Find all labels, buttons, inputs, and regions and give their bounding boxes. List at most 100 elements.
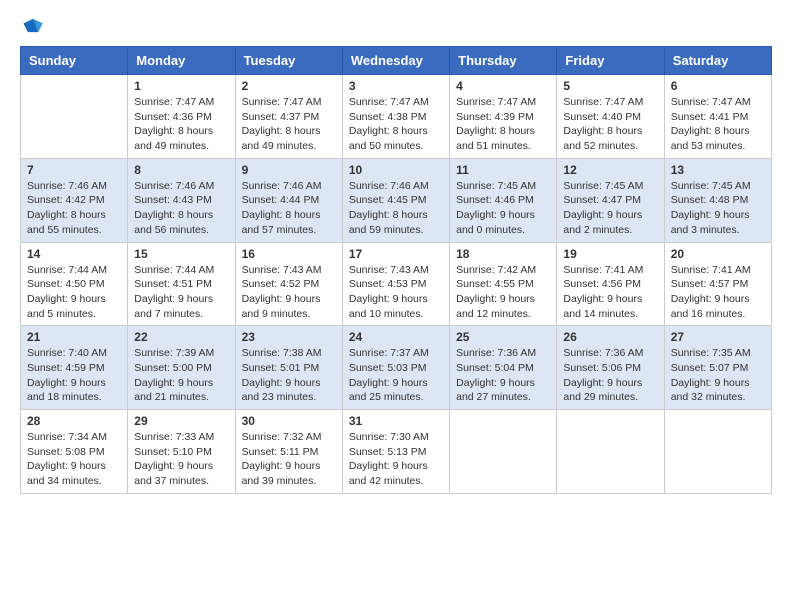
day-number: 24 xyxy=(349,330,443,344)
cell-content: Sunrise: 7:47 AM Sunset: 4:36 PM Dayligh… xyxy=(134,95,228,154)
logo-icon xyxy=(22,16,44,38)
cell-content: Sunrise: 7:47 AM Sunset: 4:40 PM Dayligh… xyxy=(563,95,657,154)
cell-content: Sunrise: 7:33 AM Sunset: 5:10 PM Dayligh… xyxy=(134,430,228,489)
calendar-cell: 25 Sunrise: 7:36 AM Sunset: 5:04 PM Dayli… xyxy=(450,326,557,410)
calendar-cell: 3 Sunrise: 7:47 AM Sunset: 4:38 PM Daylig… xyxy=(342,75,449,159)
day-number: 16 xyxy=(242,247,336,261)
calendar-cell: 7 Sunrise: 7:46 AM Sunset: 4:42 PM Daylig… xyxy=(21,158,128,242)
calendar-cell xyxy=(450,410,557,494)
calendar-cell: 31Sunrise: 7:30 AM Sunset: 5:13 PM Dayli… xyxy=(342,410,449,494)
calendar-cell xyxy=(664,410,771,494)
calendar-cell: 11 Sunrise: 7:45 AM Sunset: 4:46 PM Dayli… xyxy=(450,158,557,242)
cell-content: Sunrise: 7:36 AM Sunset: 5:06 PM Dayligh… xyxy=(563,346,657,405)
calendar-cell: 18Sunrise: 7:42 AM Sunset: 4:55 PM Dayli… xyxy=(450,242,557,326)
calendar-cell: 22 Sunrise: 7:39 AM Sunset: 5:00 PM Dayli… xyxy=(128,326,235,410)
cell-content: Sunrise: 7:46 AM Sunset: 4:43 PM Dayligh… xyxy=(134,179,228,238)
day-number: 13 xyxy=(671,163,765,177)
calendar-cell: 6 Sunrise: 7:47 AM Sunset: 4:41 PM Daylig… xyxy=(664,75,771,159)
day-header-thursday: Thursday xyxy=(450,47,557,75)
day-number: 1 xyxy=(134,79,228,93)
cell-content: Sunrise: 7:47 AM Sunset: 4:37 PM Dayligh… xyxy=(242,95,336,154)
day-number: 15 xyxy=(134,247,228,261)
calendar-cell xyxy=(21,75,128,159)
calendar-table: SundayMondayTuesdayWednesdayThursdayFrid… xyxy=(20,46,772,494)
day-number: 22 xyxy=(134,330,228,344)
day-header-sunday: Sunday xyxy=(21,47,128,75)
calendar-cell: 20 Sunrise: 7:41 AM Sunset: 4:57 PM Dayli… xyxy=(664,242,771,326)
calendar-cell: 19Sunrise: 7:41 AM Sunset: 4:56 PM Dayli… xyxy=(557,242,664,326)
cell-content: Sunrise: 7:30 AM Sunset: 5:13 PM Dayligh… xyxy=(349,430,443,489)
calendar-cell: 17 Sunrise: 7:43 AM Sunset: 4:53 PM Dayli… xyxy=(342,242,449,326)
day-number: 6 xyxy=(671,79,765,93)
cell-content: Sunrise: 7:46 AM Sunset: 4:44 PM Dayligh… xyxy=(242,179,336,238)
calendar-cell: 4Sunrise: 7:47 AM Sunset: 4:39 PM Daylig… xyxy=(450,75,557,159)
day-header-friday: Friday xyxy=(557,47,664,75)
day-number: 29 xyxy=(134,414,228,428)
cell-content: Sunrise: 7:43 AM Sunset: 4:52 PM Dayligh… xyxy=(242,263,336,322)
calendar-cell: 8 Sunrise: 7:46 AM Sunset: 4:43 PM Daylig… xyxy=(128,158,235,242)
day-number: 25 xyxy=(456,330,550,344)
day-number: 2 xyxy=(242,79,336,93)
header-row: SundayMondayTuesdayWednesdayThursdayFrid… xyxy=(21,47,772,75)
calendar-cell: 12 Sunrise: 7:45 AM Sunset: 4:47 PM Dayli… xyxy=(557,158,664,242)
day-number: 30 xyxy=(242,414,336,428)
header xyxy=(20,16,772,38)
day-number: 4 xyxy=(456,79,550,93)
cell-content: Sunrise: 7:41 AM Sunset: 4:57 PM Dayligh… xyxy=(671,263,765,322)
cell-content: Sunrise: 7:44 AM Sunset: 4:51 PM Dayligh… xyxy=(134,263,228,322)
day-header-monday: Monday xyxy=(128,47,235,75)
calendar-cell: 14 Sunrise: 7:44 AM Sunset: 4:50 PM Dayli… xyxy=(21,242,128,326)
calendar-cell: 9 Sunrise: 7:46 AM Sunset: 4:44 PM Daylig… xyxy=(235,158,342,242)
calendar-cell: 10Sunrise: 7:46 AM Sunset: 4:45 PM Dayli… xyxy=(342,158,449,242)
cell-content: Sunrise: 7:46 AM Sunset: 4:42 PM Dayligh… xyxy=(27,179,121,238)
day-number: 9 xyxy=(242,163,336,177)
week-row-3: 21Sunrise: 7:40 AM Sunset: 4:59 PM Dayli… xyxy=(21,326,772,410)
cell-content: Sunrise: 7:47 AM Sunset: 4:38 PM Dayligh… xyxy=(349,95,443,154)
calendar-cell: 23Sunrise: 7:38 AM Sunset: 5:01 PM Dayli… xyxy=(235,326,342,410)
day-header-saturday: Saturday xyxy=(664,47,771,75)
calendar-cell: 15 Sunrise: 7:44 AM Sunset: 4:51 PM Dayli… xyxy=(128,242,235,326)
day-number: 27 xyxy=(671,330,765,344)
day-number: 17 xyxy=(349,247,443,261)
day-number: 5 xyxy=(563,79,657,93)
day-number: 8 xyxy=(134,163,228,177)
cell-content: Sunrise: 7:45 AM Sunset: 4:46 PM Dayligh… xyxy=(456,179,550,238)
cell-content: Sunrise: 7:34 AM Sunset: 5:08 PM Dayligh… xyxy=(27,430,121,489)
calendar-cell: 1 Sunrise: 7:47 AM Sunset: 4:36 PM Daylig… xyxy=(128,75,235,159)
day-number: 7 xyxy=(27,163,121,177)
day-number: 11 xyxy=(456,163,550,177)
cell-content: Sunrise: 7:37 AM Sunset: 5:03 PM Dayligh… xyxy=(349,346,443,405)
cell-content: Sunrise: 7:38 AM Sunset: 5:01 PM Dayligh… xyxy=(242,346,336,405)
cell-content: Sunrise: 7:43 AM Sunset: 4:53 PM Dayligh… xyxy=(349,263,443,322)
calendar-cell xyxy=(557,410,664,494)
day-number: 14 xyxy=(27,247,121,261)
calendar-cell: 27 Sunrise: 7:35 AM Sunset: 5:07 PM Dayli… xyxy=(664,326,771,410)
cell-content: Sunrise: 7:35 AM Sunset: 5:07 PM Dayligh… xyxy=(671,346,765,405)
calendar-cell: 13Sunrise: 7:45 AM Sunset: 4:48 PM Dayli… xyxy=(664,158,771,242)
week-row-0: 1 Sunrise: 7:47 AM Sunset: 4:36 PM Daylig… xyxy=(21,75,772,159)
week-row-1: 7 Sunrise: 7:46 AM Sunset: 4:42 PM Daylig… xyxy=(21,158,772,242)
day-number: 20 xyxy=(671,247,765,261)
calendar-cell: 16 Sunrise: 7:43 AM Sunset: 4:52 PM Dayli… xyxy=(235,242,342,326)
day-header-tuesday: Tuesday xyxy=(235,47,342,75)
cell-content: Sunrise: 7:36 AM Sunset: 5:04 PM Dayligh… xyxy=(456,346,550,405)
day-number: 12 xyxy=(563,163,657,177)
calendar-cell: 2 Sunrise: 7:47 AM Sunset: 4:37 PM Daylig… xyxy=(235,75,342,159)
calendar-cell: 29 Sunrise: 7:33 AM Sunset: 5:10 PM Dayli… xyxy=(128,410,235,494)
cell-content: Sunrise: 7:44 AM Sunset: 4:50 PM Dayligh… xyxy=(27,263,121,322)
day-number: 19 xyxy=(563,247,657,261)
calendar-cell: 28 Sunrise: 7:34 AM Sunset: 5:08 PM Dayli… xyxy=(21,410,128,494)
cell-content: Sunrise: 7:39 AM Sunset: 5:00 PM Dayligh… xyxy=(134,346,228,405)
calendar-cell: 5 Sunrise: 7:47 AM Sunset: 4:40 PM Daylig… xyxy=(557,75,664,159)
day-number: 3 xyxy=(349,79,443,93)
week-row-4: 28 Sunrise: 7:34 AM Sunset: 5:08 PM Dayli… xyxy=(21,410,772,494)
day-number: 21 xyxy=(27,330,121,344)
week-row-2: 14 Sunrise: 7:44 AM Sunset: 4:50 PM Dayli… xyxy=(21,242,772,326)
day-number: 28 xyxy=(27,414,121,428)
calendar-cell: 26Sunrise: 7:36 AM Sunset: 5:06 PM Dayli… xyxy=(557,326,664,410)
cell-content: Sunrise: 7:47 AM Sunset: 4:41 PM Dayligh… xyxy=(671,95,765,154)
cell-content: Sunrise: 7:45 AM Sunset: 4:47 PM Dayligh… xyxy=(563,179,657,238)
cell-content: Sunrise: 7:32 AM Sunset: 5:11 PM Dayligh… xyxy=(242,430,336,489)
logo xyxy=(20,16,44,38)
day-number: 18 xyxy=(456,247,550,261)
